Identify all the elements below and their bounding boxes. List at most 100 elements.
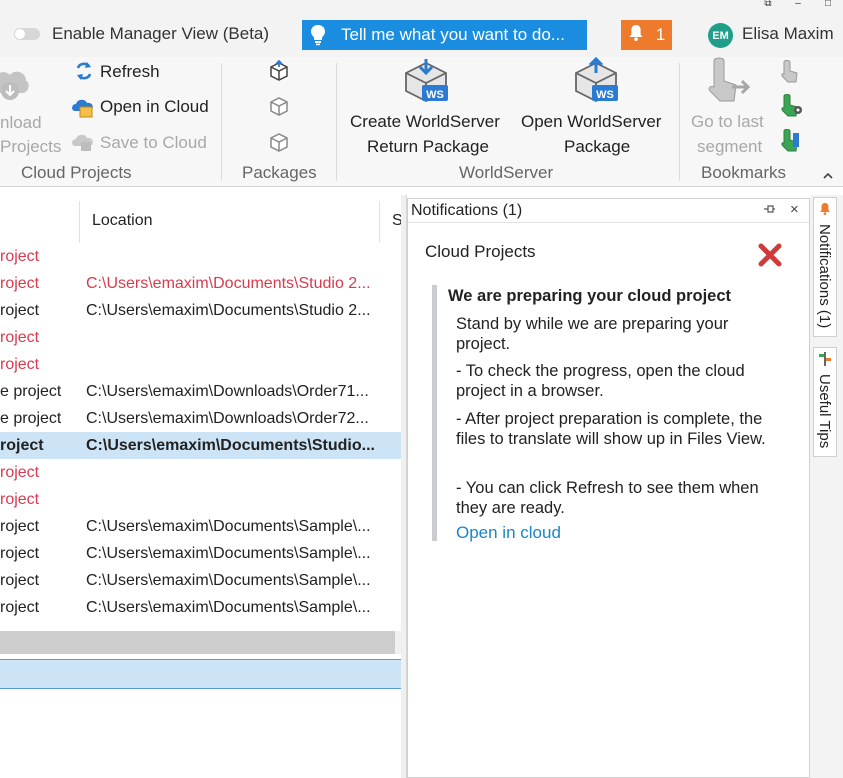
- save-to-cloud-button[interactable]: Save to Cloud: [100, 133, 207, 153]
- project-name: roject: [0, 545, 40, 562]
- projects-list: Location S roject roject C:\Users\emaxim…: [0, 195, 401, 778]
- table-row[interactable]: roject: [0, 351, 401, 378]
- project-location: C:\Users\emaxim\Documents\Sample\...: [86, 572, 371, 589]
- go-to-last-segment-label-1[interactable]: Go to last: [691, 112, 764, 132]
- table-row[interactable]: roject: [0, 243, 401, 270]
- open-worldserver-label-1[interactable]: Open WorldServer: [521, 112, 661, 132]
- table-row[interactable]: roject C:\Users\emaxim\Documents\Studio …: [0, 270, 401, 297]
- table-row[interactable]: roject C:\Users\emaxim\Documents\Sample\…: [0, 594, 401, 621]
- create-worldserver-label-1[interactable]: Create WorldServer: [350, 112, 500, 132]
- tell-me-search[interactable]: Tell me what you want to do...: [302, 20, 587, 50]
- save-to-cloud-icon: [71, 131, 97, 158]
- refresh-button[interactable]: Refresh: [100, 62, 160, 82]
- tab-notifications[interactable]: Notifications (1): [813, 197, 837, 337]
- ws-badge: WS: [426, 89, 444, 101]
- refresh-icon: [73, 60, 95, 87]
- ribbon-separator: [221, 63, 222, 181]
- manager-view-toggle[interactable]: [14, 28, 40, 40]
- project-name: roject: [0, 599, 40, 616]
- ws-badge: WS: [596, 89, 614, 101]
- column-header-location[interactable]: Location: [92, 212, 153, 230]
- ribbon-separator: [336, 63, 337, 181]
- project-location: C:\Users\emaxim\Documents\Studio 2...: [86, 302, 371, 319]
- cloud-projects-group-label: Cloud Projects: [21, 163, 132, 182]
- column-separator[interactable]: [379, 201, 380, 243]
- open-worldserver-package-icon: WS: [570, 56, 622, 108]
- close-icon[interactable]: ×: [790, 201, 799, 218]
- column-header-status[interactable]: S: [392, 212, 401, 230]
- go-to-last-segment-label-2[interactable]: segment: [697, 137, 762, 157]
- package-open-icon[interactable]: [268, 59, 290, 87]
- user-name[interactable]: Elisa Maxim: [742, 24, 834, 44]
- message-paragraph: - After project preparation is complete,…: [456, 410, 766, 448]
- notifications-panel-title: Notifications (1): [411, 202, 523, 219]
- table-row[interactable]: roject C:\Users\emaxim\Documents\Sample\…: [0, 513, 401, 540]
- pin-icon[interactable]: [764, 203, 776, 217]
- minimize-button[interactable]: –: [783, 0, 813, 10]
- table-row[interactable]: roject C:\Users\emaxim\Documents\Sample\…: [0, 540, 401, 567]
- download-projects-icon: [0, 63, 30, 108]
- manager-view-label: Enable Manager View (Beta): [52, 24, 270, 43]
- restore-button[interactable]: ⧉: [753, 0, 783, 10]
- open-worldserver-label-2[interactable]: Package: [564, 137, 630, 157]
- project-name: roject: [0, 491, 40, 508]
- bookmark-settings-icon[interactable]: [780, 94, 804, 123]
- open-in-cloud-icon: [71, 95, 97, 124]
- table-row[interactable]: roject: [0, 486, 401, 513]
- avatar[interactable]: EM: [708, 23, 733, 48]
- project-name: roject: [0, 518, 40, 535]
- message-heading: We are preparing your cloud project: [448, 287, 732, 305]
- go-to-last-segment-icon: [704, 57, 754, 110]
- chevron-up-icon[interactable]: [823, 167, 833, 182]
- message-paragraph: - To check the progress, open the cloud …: [456, 362, 745, 400]
- create-worldserver-label-2[interactable]: Return Package: [367, 137, 489, 157]
- ribbon: nload Projects Refresh Open in Cloud Sav…: [0, 56, 843, 187]
- lightbulb-icon: [302, 20, 334, 50]
- notifications-button[interactable]: 1: [621, 20, 672, 50]
- open-in-cloud-button[interactable]: Open in Cloud: [100, 97, 209, 117]
- top-bar: ⧉ – □ Enable Manager View (Beta) Tell me…: [0, 0, 843, 57]
- notification-count: 1: [655, 25, 666, 44]
- project-location: C:\Users\emaxim\Documents\Sample\...: [86, 599, 371, 616]
- scrollbar-thumb[interactable]: [0, 631, 395, 654]
- tab-useful-tips[interactable]: Useful Tips: [813, 347, 837, 457]
- bookmark-add-icon[interactable]: [780, 60, 802, 89]
- package-create-icon[interactable]: [268, 95, 290, 122]
- project-location: C:\Users\emaxim\Documents\Studio...: [86, 437, 375, 454]
- project-name: roject: [0, 302, 40, 319]
- project-location: C:\Users\emaxim\Downloads\Order71...: [86, 383, 369, 400]
- table-row[interactable]: roject C:\Users\emaxim\Documents\Studio …: [0, 297, 401, 324]
- notifications-panel: Notifications (1) × Cloud Projects We ar…: [407, 198, 810, 778]
- bell-icon: [628, 24, 644, 47]
- project-name: roject: [0, 572, 40, 589]
- toggle-knob: [15, 29, 25, 39]
- package-icon[interactable]: [268, 131, 290, 158]
- dismiss-icon[interactable]: [758, 243, 782, 272]
- message-accent-bar: [432, 285, 437, 541]
- open-in-cloud-link[interactable]: Open in cloud: [456, 523, 561, 543]
- table-row[interactable]: roject: [0, 459, 401, 486]
- table-row[interactable]: e project C:\Users\emaxim\Downloads\Orde…: [0, 378, 401, 405]
- table-row[interactable]: roject: [0, 324, 401, 351]
- selected-file-row[interactable]: [0, 659, 401, 689]
- table-row[interactable]: e project C:\Users\emaxim\Downloads\Orde…: [0, 405, 401, 432]
- project-name: roject: [0, 437, 44, 454]
- worldserver-group-label: WorldServer: [459, 163, 554, 182]
- list-header: Location S: [0, 195, 401, 244]
- maximize-button[interactable]: □: [813, 0, 843, 10]
- project-name: roject: [0, 464, 40, 481]
- message-paragraph: - You can click Refresh to see them when…: [456, 479, 759, 517]
- project-name: e project: [0, 383, 62, 400]
- packages-group-label: Packages: [242, 163, 317, 182]
- download-projects-label-2[interactable]: Projects: [0, 137, 61, 157]
- tips-icon: [819, 352, 831, 371]
- tab-useful-tips-label: Useful Tips: [816, 374, 833, 449]
- table-row[interactable]: roject C:\Users\emaxim\Documents\Sample\…: [0, 567, 401, 594]
- project-name: roject: [0, 248, 40, 265]
- download-projects-label-1[interactable]: nload: [0, 113, 42, 133]
- tell-me-placeholder: Tell me what you want to do...: [341, 25, 565, 44]
- table-row[interactable]: roject C:\Users\emaxim\Documents\Studio.…: [0, 432, 401, 459]
- bookmark-list-icon[interactable]: [780, 129, 802, 158]
- column-separator[interactable]: [79, 201, 80, 243]
- tab-notifications-label: Notifications (1): [816, 224, 833, 329]
